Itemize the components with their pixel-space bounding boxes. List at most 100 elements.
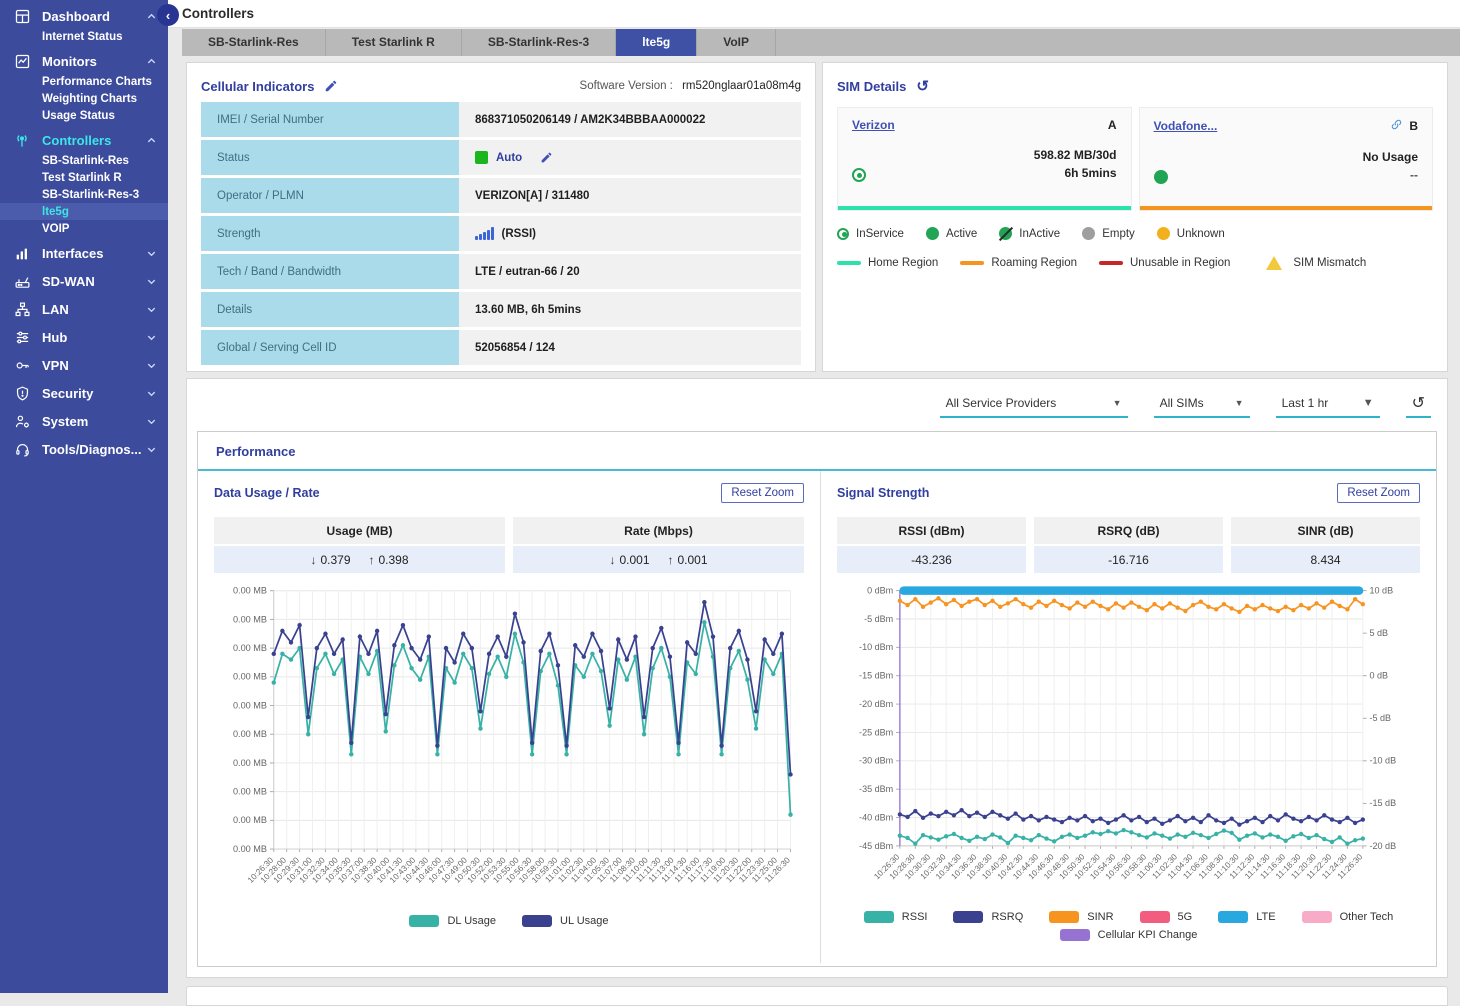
sim-carrier-link[interactable]: Vodafone... — [1154, 119, 1218, 133]
table-row-status: Status Auto — [201, 140, 801, 175]
sim-region-legend: Home Region Roaming Region Unusable in R… — [837, 256, 1433, 270]
reset-zoom-button[interactable]: Reset Zoom — [1337, 483, 1420, 503]
unusable-region-swatch — [1099, 261, 1123, 265]
kpi-change-swatch — [1060, 929, 1090, 941]
monitors-icon — [12, 53, 32, 71]
sidebar-item-performance-charts[interactable]: Performance Charts — [0, 73, 168, 90]
svg-text:0 dB: 0 dB — [1370, 671, 1389, 681]
signal-strength-title: Signal Strength — [837, 486, 929, 500]
sidebar-item-usage-status[interactable]: Usage Status — [0, 107, 168, 124]
sidebar-item-test-starlink-r[interactable]: Test Starlink R — [0, 169, 168, 186]
sd-wan-icon — [12, 273, 32, 291]
svg-text:-10 dB: -10 dB — [1370, 756, 1397, 766]
sidebar-item-interfaces[interactable]: Interfaces — [0, 242, 168, 265]
edit-pencil-icon[interactable] — [540, 151, 553, 164]
sidebar-item-controllers[interactable]: Controllers — [0, 129, 168, 152]
sidebar-item-sb-starlink-res-3[interactable]: SB-Starlink-Res-3 — [0, 186, 168, 203]
sidebar-item-system[interactable]: System — [0, 410, 168, 433]
sims-select[interactable]: All SIMs ▼ — [1154, 396, 1250, 418]
chevron-down-icon: ▼ — [1363, 397, 1374, 409]
svg-text:-40 dBm: -40 dBm — [859, 812, 893, 822]
svg-text:0.00 MB: 0.00 MB — [233, 758, 267, 768]
tab-test-starlink-r[interactable]: Test Starlink R — [326, 29, 462, 56]
chevron-down-icon[interactable] — [146, 276, 158, 288]
svg-text:0.00 MB: 0.00 MB — [233, 700, 267, 710]
other-tech-swatch — [1302, 911, 1332, 923]
sidebar-item-security[interactable]: Security — [0, 382, 168, 405]
svg-text:-5 dBm: -5 dBm — [864, 614, 893, 624]
sidebar-item-internet-status[interactable]: Internet Status — [0, 28, 168, 45]
tab-sb-starlink-res-3[interactable]: SB-Starlink-Res-3 — [462, 29, 616, 56]
svg-text:0.00 MB: 0.00 MB — [233, 586, 267, 596]
table-row-cell-id: Global / Serving Cell ID 52056854 / 124 — [201, 330, 801, 365]
refresh-icon[interactable]: ↺ — [916, 79, 929, 94]
sidebar-item-dashboard[interactable]: Dashboard — [0, 5, 168, 28]
sidebar-item-label: Hub — [42, 330, 146, 345]
usage-stats: Usage (MB) ↓0.379 ↑0.398 Rate (Mbps) ↓0.… — [214, 517, 804, 573]
hub-icon — [12, 329, 32, 347]
chevron-up-icon[interactable] — [146, 56, 158, 68]
reset-zoom-button[interactable]: Reset Zoom — [721, 483, 804, 503]
tab-lte5g[interactable]: lte5g — [616, 29, 697, 56]
shield-icon — [12, 385, 32, 403]
chevron-down-icon[interactable] — [146, 332, 158, 344]
upload-arrow-icon: ↑ — [668, 553, 674, 567]
user-gear-icon — [12, 413, 32, 431]
sidebar-item-sd-wan[interactable]: SD-WAN — [0, 270, 168, 293]
data-usage-chart[interactable]: 0.00 MB0.00 MB0.00 MB0.00 MB0.00 MB0.00 … — [214, 583, 804, 913]
active-icon — [926, 227, 939, 240]
chevron-down-icon[interactable] — [146, 304, 158, 316]
chevron-down-icon[interactable] — [146, 416, 158, 428]
dashboard-icon — [12, 8, 32, 26]
service-provider-select[interactable]: All Service Providers ▼ — [940, 396, 1128, 418]
tab-sb-starlink-res[interactable]: SB-Starlink-Res — [182, 29, 326, 56]
rssi-swatch — [864, 911, 894, 923]
svg-text:-30 dBm: -30 dBm — [859, 756, 893, 766]
sim-details-title: SIM Details — [837, 79, 906, 94]
sidebar-item-sb-starlink-res[interactable]: SB-Starlink-Res — [0, 152, 168, 169]
sim-carrier-link[interactable]: Verizon — [852, 118, 895, 132]
chevron-down-icon[interactable] — [146, 444, 158, 456]
sidebar-item-vpn[interactable]: VPN — [0, 354, 168, 377]
download-arrow-icon: ↓ — [310, 553, 316, 567]
sidebar-collapse-button[interactable]: ‹ — [157, 4, 179, 26]
sidebar-item-label: VPN — [42, 358, 146, 373]
svg-text:0.00 MB: 0.00 MB — [233, 787, 267, 797]
sim-usage-value: No Usage — [1363, 148, 1418, 166]
sidebar-item-hub[interactable]: Hub — [0, 326, 168, 349]
charts-refresh-icon[interactable]: ↺ — [1406, 393, 1431, 418]
signal-stats: RSSI (dBm) -43.236 RSRQ (dB) -16.716 SIN… — [837, 517, 1420, 573]
sidebar-item-monitors[interactable]: Monitors — [0, 50, 168, 73]
time-range-select[interactable]: Last 1 hr ▼ — [1276, 396, 1380, 418]
sidebar-item-lan[interactable]: LAN — [0, 298, 168, 321]
svg-text:5 dB: 5 dB — [1370, 628, 1389, 638]
controller-tabs: SB-Starlink-Res Test Starlink R SB-Starl… — [182, 29, 1460, 56]
sim-card-a[interactable]: Verizon A 598.82 MB/30d 6h 5mins — [837, 107, 1132, 211]
next-section-panel — [186, 986, 1448, 1006]
ul-usage-swatch — [522, 915, 552, 927]
dl-usage-swatch — [409, 915, 439, 927]
sim-card-b[interactable]: Vodafone... B No Usage -- — [1139, 107, 1434, 211]
sidebar-item-label: Security — [42, 386, 146, 401]
sim-details-panel: SIM Details ↺ Verizon A 598.82 MB/30d 6h… — [822, 62, 1448, 372]
status-green-square — [475, 151, 488, 164]
sidebar-item-weighting-charts[interactable]: Weighting Charts — [0, 90, 168, 107]
vpn-key-icon — [12, 357, 32, 375]
signal-strength-chart[interactable]: 0 dBm-5 dBm-10 dBm-15 dBm-20 dBm-25 dBm-… — [837, 583, 1420, 909]
sidebar-item-tools-diagnostics[interactable]: Tools/Diagnos... — [0, 438, 168, 461]
warning-triangle-icon — [1266, 256, 1282, 270]
chevron-down-icon[interactable] — [146, 248, 158, 260]
table-row-strength: Strength (RSSI) — [201, 216, 801, 251]
sim-status-inservice-icon — [852, 168, 866, 182]
lte-swatch — [1218, 911, 1248, 923]
chevron-up-icon[interactable] — [146, 135, 158, 147]
sidebar-item-lte5g[interactable]: lte5g — [0, 203, 168, 220]
svg-text:-25 dBm: -25 dBm — [859, 727, 893, 737]
inactive-icon — [999, 227, 1012, 240]
chevron-down-icon[interactable] — [146, 360, 158, 372]
edit-pencil-icon[interactable] — [324, 79, 338, 93]
chevron-down-icon[interactable] — [146, 388, 158, 400]
sidebar-item-voip[interactable]: VOIP — [0, 220, 168, 237]
tab-voip[interactable]: VoIP — [697, 29, 776, 56]
table-row-tech-band: Tech / Band / Bandwidth LTE / eutran-66 … — [201, 254, 801, 289]
